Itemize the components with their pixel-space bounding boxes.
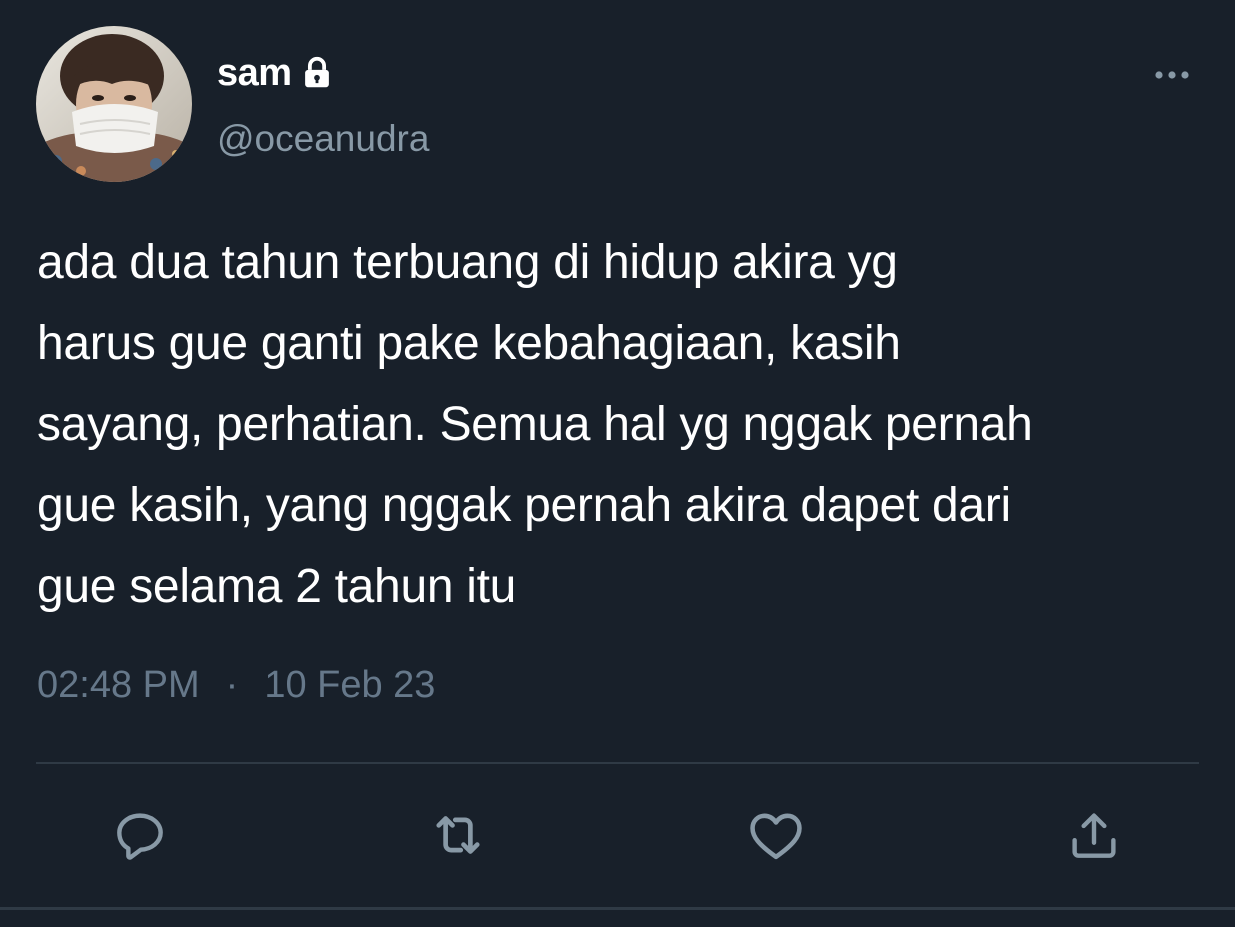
retweet-button[interactable] — [423, 800, 493, 870]
tweet-date: 10 Feb 23 — [264, 664, 436, 706]
tweet-text: ada dua tahun terbuang di hidup akira yg… — [37, 236, 1033, 613]
share-button[interactable] — [1059, 800, 1129, 870]
more-options-icon[interactable] — [1150, 62, 1194, 88]
bottom-divider — [0, 907, 1235, 910]
heart-icon — [750, 813, 802, 860]
tweet-timestamp[interactable]: 02:48 PM · 10 Feb 23 — [37, 664, 435, 707]
reply-icon — [117, 813, 163, 860]
tweet-card: sam @oceanudra ada dua tahun terbuang di… — [0, 0, 1235, 927]
retweet-icon — [436, 816, 480, 854]
reply-button[interactable] — [105, 800, 175, 870]
avatar-photo — [36, 26, 192, 182]
avatar[interactable] — [36, 26, 192, 182]
divider — [36, 762, 1199, 764]
like-button[interactable] — [741, 800, 811, 870]
action-bar — [0, 800, 1235, 870]
share-icon — [1072, 813, 1116, 858]
display-name[interactable]: sam — [217, 52, 292, 95]
tweet-time: 02:48 PM — [37, 664, 200, 706]
user-name-row: sam — [217, 50, 336, 96]
user-handle[interactable]: @oceanudra — [217, 118, 429, 160]
meta-separator: · — [225, 664, 239, 706]
lock-icon — [298, 54, 336, 92]
